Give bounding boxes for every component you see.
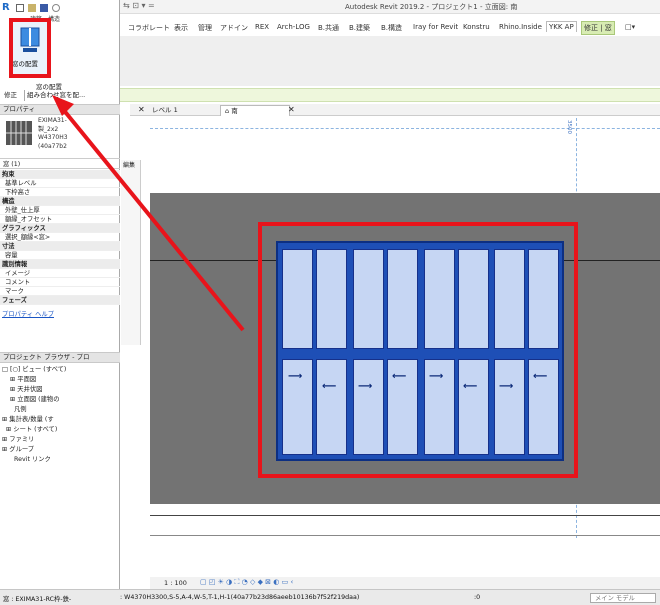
tab-rhino-inside[interactable]: Rhino.Inside — [499, 23, 542, 31]
status-selection-text: 窓 : EXIMA31-RC枠-鉄- — [3, 596, 72, 603]
view-tab-label: レベル 1 — [152, 106, 178, 114]
type-name-line: EXIMA31- — [38, 117, 67, 124]
tab-iray[interactable]: Iray for Revit — [413, 23, 458, 31]
prop-category: フェーズ — [0, 296, 120, 305]
tab-modify-window[interactable]: 修正 | 窓 — [581, 21, 615, 35]
tab-arch-log[interactable]: Arch-LOG — [277, 23, 310, 31]
prop-category: 拘束 — [0, 170, 120, 179]
status-type-text: : W4370H3300,S-5,A-4,W-5,T-1,H-1(40a77b2… — [120, 594, 360, 601]
highlight-box-place-window — [9, 18, 51, 78]
prop-row[interactable]: 下枠高さ — [0, 188, 120, 197]
edit-type-label[interactable]: 編集 — [123, 160, 135, 169]
save-icon[interactable] — [40, 4, 48, 12]
prop-row[interactable]: マーク — [0, 287, 120, 296]
prop-row[interactable]: 外壁_仕上厚 — [0, 206, 120, 215]
tab-ykk-ap[interactable]: YKK AP — [546, 21, 577, 32]
prop-category: 構造 — [0, 197, 120, 206]
prop-row[interactable]: 基準レベル — [0, 179, 120, 188]
window-title: Autodesk Revit 2019.2 - プロジェクト1 - 立面図: 南 — [345, 3, 518, 11]
tab-collaborate[interactable]: コラボレート — [128, 23, 170, 33]
left-panel: R 建築 構造 窓の配置 窓の配置 修正 組み合わせ窓を配... プロパティ E… — [0, 0, 120, 605]
type-selector[interactable]: EXIMA31- 製_2x2 W4370H3 (40a77b2 — [38, 117, 120, 153]
tree-item-legends[interactable]: 凡例 — [2, 405, 120, 414]
tab-b-common[interactable]: B.共通 — [318, 23, 339, 33]
tab-b-architecture[interactable]: B.建築 — [349, 23, 370, 33]
prop-row[interactable]: 額縁_オフセット — [0, 215, 120, 224]
ribbon-tabs: コラボレート 表示 管理 アドイン REX Arch-LOG B.共通 B.建築… — [120, 20, 660, 36]
options-bar — [120, 88, 660, 102]
modify-label[interactable]: 修正 — [4, 90, 17, 101]
window-type-thumbnail — [4, 117, 34, 149]
combo-window-option[interactable]: 組み合わせ窓を配... — [24, 90, 85, 101]
status-zero: :0 — [474, 594, 481, 601]
new-file-icon[interactable] — [16, 4, 24, 12]
prop-row[interactable]: コメント — [0, 278, 120, 287]
highlight-box-window — [258, 222, 578, 478]
close-tab-icon[interactable]: ✕ — [134, 105, 149, 116]
prop-row[interactable]: 容量 — [0, 251, 120, 260]
type-name-line: (40a77b2 — [38, 142, 67, 150]
prop-category: 識別情報 — [0, 260, 120, 269]
sync-icon[interactable] — [52, 4, 60, 12]
tree-item-floor-plans[interactable]: ⊞ 平面図 — [2, 375, 120, 384]
tree-item-groups[interactable]: ⊞ グループ — [2, 445, 120, 454]
tab-konstru[interactable]: Konstru — [463, 23, 490, 31]
status-bar: 窓 : EXIMA31-RC枠-鉄- : W4370H3300,S-5,A-4,… — [0, 589, 660, 605]
prop-row[interactable]: 選択_額縁<窓> — [0, 233, 120, 242]
ground-line — [150, 515, 660, 516]
view-tab-south[interactable]: ⌂ 南 — [220, 105, 290, 116]
prop-category: グラフィックス — [0, 224, 120, 233]
foundation-line — [150, 535, 660, 536]
tab-view[interactable]: 表示 — [174, 23, 188, 33]
tree-item-views[interactable]: □ [○] ビュー (すべて) — [2, 365, 120, 374]
tree-item-elevations[interactable]: ⊞ 立面図 (建物の — [2, 395, 120, 404]
instance-filter[interactable]: 窓 (1) — [0, 158, 120, 169]
tree-item-sheets[interactable]: ⊞ シート (すべて) — [2, 425, 120, 434]
tree-item-families[interactable]: ⊞ ファミリ — [2, 435, 120, 444]
close-tab-icon[interactable]: ✕ — [284, 105, 299, 116]
context-options: 修正 組み合わせ窓を配... — [0, 90, 120, 101]
project-browser-header: プロジェクト ブラウザ - プロ — [0, 352, 120, 363]
crop-line — [150, 128, 660, 129]
title-bar: ⇆ ⊡ ▾ = Autodesk Revit 2019.2 - プロジェクト1 … — [120, 0, 660, 14]
open-folder-icon[interactable] — [28, 4, 36, 12]
revit-window: { "app": { "title": "Autodesk Revit 2019… — [0, 0, 660, 605]
ribbon-options-dropdown[interactable]: □▾ — [625, 23, 635, 31]
tree-item-revit-links[interactable]: Revit リンク — [2, 455, 120, 464]
active-model-dropdown[interactable]: メイン モデル — [590, 593, 656, 603]
properties-help-link[interactable]: プロパティ ヘルプ — [2, 309, 54, 318]
view-tab-level1[interactable]: レベル 1 — [148, 105, 182, 116]
ribbon-panel — [120, 36, 660, 86]
type-name-line: 製_2x2 — [38, 125, 59, 133]
properties-header: プロパティ — [0, 104, 120, 115]
prop-row[interactable]: イメージ — [0, 269, 120, 278]
view-tab-label: 南 — [231, 107, 238, 115]
properties-value-column: 編集 — [121, 160, 141, 345]
view-tools-icon[interactable]: ▢ ◰ ☀ ◑ ⛶ ◔ ◇ ◆ ⊠ ◐ ▭ ‹ — [200, 578, 293, 587]
qat-more-icon[interactable]: ⇆ ⊡ ▾ = — [123, 1, 155, 10]
view-scale[interactable]: 1 : 100 — [164, 579, 187, 587]
tab-rex[interactable]: REX — [255, 23, 269, 31]
type-name-line: W4370H3 — [38, 134, 68, 141]
view-control-bar: 1 : 100 ▢ ◰ ☀ ◑ ⛶ ◔ ◇ ◆ ⊠ ◐ ▭ ‹ — [150, 577, 660, 589]
tab-b-structure[interactable]: B.構造 — [381, 23, 402, 33]
tab-addins[interactable]: アドイン — [220, 23, 248, 33]
prop-category: 寸法 — [0, 242, 120, 251]
tree-item-schedules[interactable]: ⊞ 集計表/数量 (す — [2, 415, 120, 424]
tab-manage[interactable]: 管理 — [198, 23, 212, 33]
level-mark: 3500 — [566, 120, 572, 134]
revit-logo-icon[interactable]: R — [2, 2, 10, 13]
view-tabs: ✕ レベル 1 ⌂ 南 ✕ — [130, 104, 660, 116]
quick-access-toolbar: R — [2, 2, 120, 14]
tree-item-ceiling-plans[interactable]: ⊞ 天井伏図 — [2, 385, 120, 394]
